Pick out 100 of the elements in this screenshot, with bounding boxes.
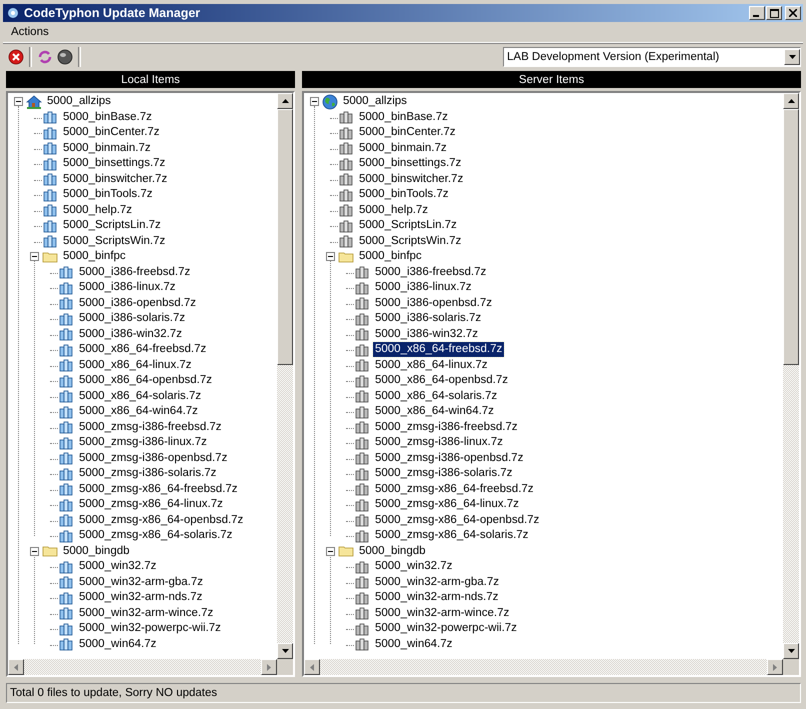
tree-item[interactable]: 5000_win32-arm-gba.7z [373, 574, 502, 590]
scroll-right-button[interactable] [767, 659, 783, 675]
tree-item[interactable]: 5000_zmsg-i386-openbsd.7z [77, 450, 230, 466]
tree-item[interactable]: 5000_i386-linux.7z [373, 280, 474, 296]
tree-item[interactable]: 5000_allzips [45, 94, 113, 110]
tree-item[interactable]: 5000_win64.7z [373, 636, 454, 652]
tree-item[interactable]: 5000_win32.7z [77, 559, 158, 574]
collapse-toggle[interactable] [326, 252, 334, 262]
tree-item[interactable]: 5000_win32-powerpc-wii.7z [77, 621, 223, 636]
tree-item[interactable]: 5000_binfpc [357, 249, 424, 264]
package-icon [58, 434, 74, 451]
tree-item[interactable]: 5000_x86_64-solaris.7z [373, 388, 500, 404]
scroll-right-button[interactable] [261, 659, 277, 675]
tree-item[interactable]: 5000_zmsg-i386-openbsd.7z [373, 450, 526, 466]
tree-item[interactable]: 5000_zmsg-x86_64-linux.7z [373, 497, 521, 512]
tree-item[interactable]: 5000_zmsg-x86_64-solaris.7z [77, 528, 234, 544]
collapse-toggle[interactable] [310, 97, 318, 106]
tree-item[interactable]: 5000_i386-openbsd.7z [373, 296, 494, 311]
tree-item[interactable]: 5000_ScriptsWin.7z [61, 234, 168, 249]
collapse-toggle[interactable] [30, 546, 38, 556]
tree-item[interactable]: 5000_help.7z [61, 202, 134, 218]
scroll-left-button[interactable] [304, 659, 320, 675]
tree-item[interactable]: 5000_win32-arm-nds.7z [373, 590, 500, 606]
tree-item[interactable]: 5000_i386-freebsd.7z [77, 264, 192, 280]
tree-item[interactable]: 5000_i386-openbsd.7z [77, 296, 198, 311]
tree-item[interactable]: 5000_zmsg-x86_64-openbsd.7z [77, 512, 246, 528]
tree-item[interactable]: 5000_x86_64-freebsd.7z [373, 342, 504, 358]
tree-item[interactable]: 5000_zmsg-i386-freebsd.7z [373, 420, 520, 435]
tree-item[interactable]: 5000_binTools.7z [357, 187, 451, 202]
tree-item[interactable]: 5000_win32-powerpc-wii.7z [373, 621, 519, 636]
scrollbar-thumb[interactable] [277, 109, 293, 366]
tree-item[interactable]: 5000_i386-win32.7z [77, 326, 184, 342]
tree-item[interactable]: 5000_i386-solaris.7z [77, 311, 188, 326]
tree-item[interactable]: 5000_zmsg-x86_64-solaris.7z [373, 528, 530, 544]
menu-item[interactable]: Actions [8, 26, 52, 38]
minimize-button[interactable] [749, 6, 765, 20]
tree-item[interactable]: 5000_binsettings.7z [357, 156, 464, 172]
scroll-up-button[interactable] [783, 93, 799, 109]
tree-item[interactable]: 5000_binswitcher.7z [357, 172, 466, 187]
maximize-button[interactable] [766, 6, 782, 20]
tree-item[interactable]: 5000_i386-win32.7z [373, 326, 480, 342]
tree-item[interactable]: 5000_zmsg-i386-solaris.7z [77, 466, 218, 482]
collapse-toggle[interactable] [326, 546, 334, 556]
tree-item[interactable]: 5000_binsettings.7z [61, 156, 168, 172]
tree-item[interactable]: 5000_binswitcher.7z [61, 172, 170, 187]
scroll-left-button[interactable] [8, 659, 24, 675]
tree-item[interactable]: 5000_ScriptsLin.7z [357, 218, 459, 234]
tree-item[interactable]: 5000_win32.7z [373, 559, 454, 574]
tree-item[interactable]: 5000_x86_64-linux.7z [77, 358, 194, 373]
tree-item[interactable]: 5000_i386-freebsd.7z [373, 264, 488, 280]
tree-item[interactable]: 5000_zmsg-i386-linux.7z [373, 435, 505, 450]
horizontal-scrollbar[interactable] [304, 659, 783, 675]
tree-item[interactable]: 5000_zmsg-x86_64-openbsd.7z [373, 512, 542, 528]
tree-item[interactable]: 5000_i386-solaris.7z [373, 311, 484, 326]
tree-item[interactable]: 5000_x86_64-openbsd.7z [373, 373, 510, 388]
tree-item[interactable]: 5000_ScriptsWin.7z [357, 234, 464, 249]
tree-item[interactable]: 5000_x86_64-freebsd.7z [77, 342, 208, 358]
tree-item[interactable]: 5000_ScriptsLin.7z [61, 218, 163, 234]
scroll-up-button[interactable] [277, 93, 293, 109]
tree-item[interactable]: 5000_zmsg-i386-solaris.7z [373, 466, 514, 482]
tree-item[interactable]: 5000_zmsg-x86_64-linux.7z [77, 497, 225, 512]
tree-item[interactable]: 5000_binCenter.7z [357, 125, 458, 140]
tree-item[interactable]: 5000_help.7z [357, 202, 430, 218]
vertical-scrollbar[interactable] [783, 93, 799, 659]
scroll-down-button[interactable] [783, 643, 799, 659]
tree-item[interactable]: 5000_x86_64-openbsd.7z [77, 373, 214, 388]
tree-item[interactable]: 5000_zmsg-x86_64-freebsd.7z [77, 482, 240, 497]
tree-item[interactable]: 5000_allzips [341, 94, 409, 110]
tree-item[interactable]: 5000_x86_64-win64.7z [373, 404, 496, 420]
tree-item[interactable]: 5000_x86_64-win64.7z [77, 404, 200, 420]
left-arrow-icon [310, 664, 314, 670]
tree-item[interactable]: 5000_binmain.7z [61, 140, 153, 156]
version-dropdown[interactable]: LAB Development Version (Experimental) [503, 47, 801, 67]
tree-item[interactable]: 5000_win32-arm-wince.7z [77, 606, 216, 621]
tree-item[interactable]: 5000_win32-arm-nds.7z [77, 590, 204, 606]
tree-item[interactable]: 5000_zmsg-i386-linux.7z [77, 435, 209, 450]
close-button[interactable] [785, 6, 801, 20]
tree-item[interactable]: 5000_zmsg-i386-freebsd.7z [77, 420, 224, 435]
tree-item[interactable]: 5000_x86_64-linux.7z [373, 358, 490, 373]
tree-item[interactable]: 5000_binBase.7z [61, 110, 154, 125]
collapse-toggle[interactable] [30, 252, 38, 262]
tree-item[interactable]: 5000_binmain.7z [357, 140, 449, 156]
tree-item[interactable]: 5000_i386-linux.7z [77, 280, 178, 296]
horizontal-scrollbar[interactable] [8, 659, 277, 675]
tree-item[interactable]: 5000_binfpc [61, 249, 128, 264]
tree-item[interactable]: 5000_zmsg-x86_64-freebsd.7z [373, 482, 536, 497]
vertical-scrollbar[interactable] [277, 93, 293, 659]
tree-item[interactable]: 5000_win32-arm-wince.7z [373, 606, 512, 621]
tree-item[interactable]: 5000_binTools.7z [61, 187, 155, 202]
scroll-down-button[interactable] [277, 643, 293, 659]
tree-item[interactable]: 5000_bingdb [61, 544, 132, 559]
tree-item[interactable]: 5000_bingdb [357, 544, 428, 559]
scrollbar-thumb[interactable] [783, 109, 799, 366]
tree-item[interactable]: 5000_win64.7z [77, 636, 158, 652]
tree-item[interactable]: 5000_x86_64-solaris.7z [77, 388, 204, 404]
package-icon [354, 558, 370, 575]
tree-item[interactable]: 5000_binCenter.7z [61, 125, 162, 140]
tree-item[interactable]: 5000_binBase.7z [357, 110, 450, 125]
collapse-toggle[interactable] [14, 97, 22, 106]
tree-item[interactable]: 5000_win32-arm-gba.7z [77, 574, 206, 590]
